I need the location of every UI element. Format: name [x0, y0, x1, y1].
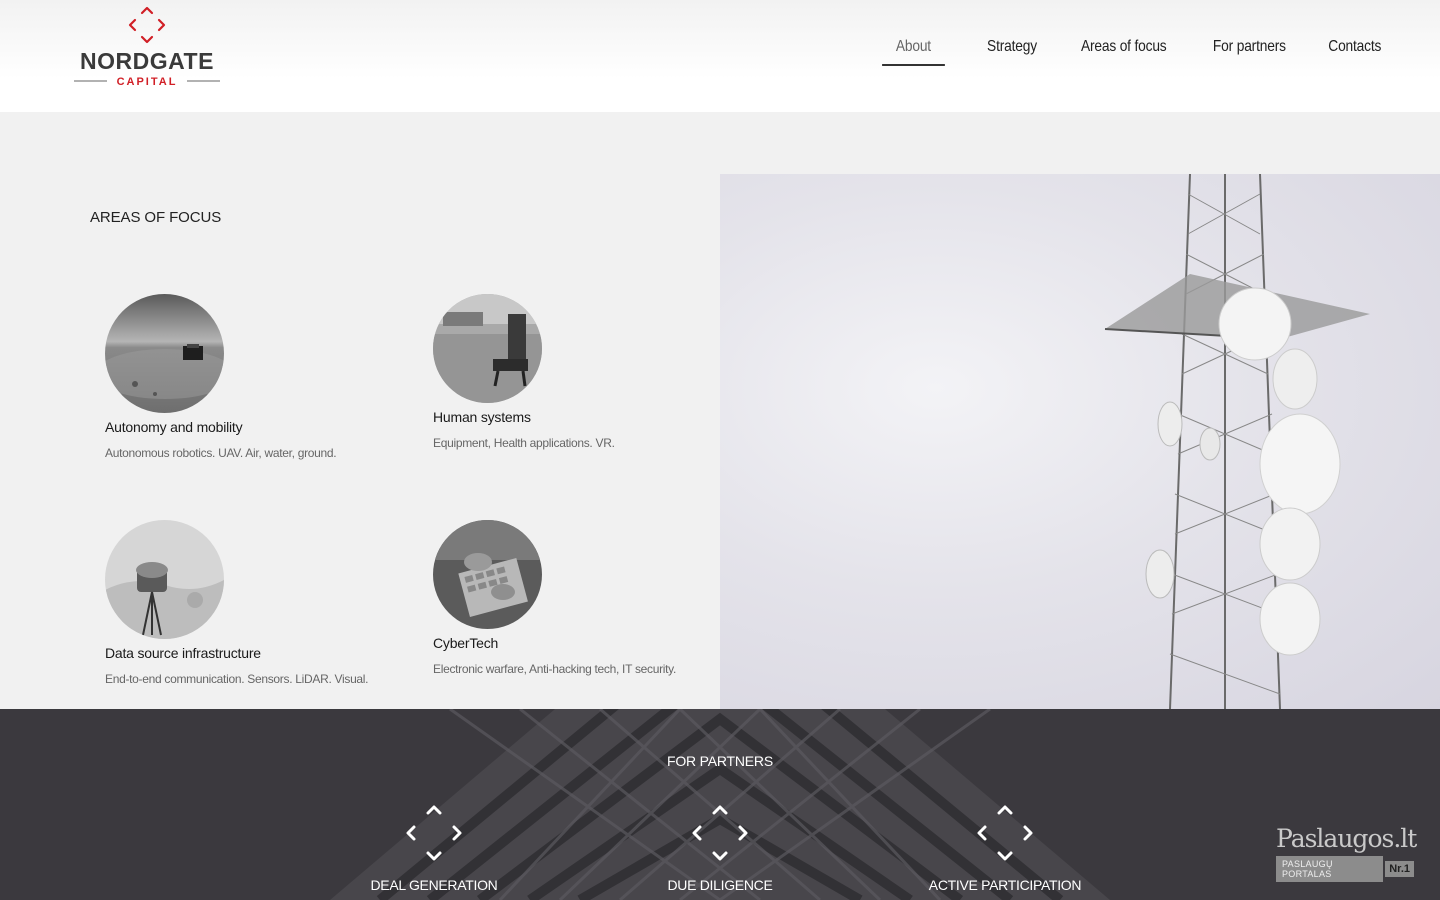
area-item-human-systems[interactable]: Human systems Equipment, Health applicat…	[433, 294, 615, 450]
autonomy-image	[105, 294, 224, 413]
nav-for-partners[interactable]: For partners	[1213, 34, 1286, 64]
nav-strategy[interactable]: Strategy	[987, 34, 1037, 64]
partner-item-active-participation[interactable]: ACTIVE PARTICIPATION	[895, 805, 1115, 893]
cybertech-image	[433, 520, 542, 629]
area-item-data-source[interactable]: Data source infrastructure End-to-end co…	[105, 520, 369, 686]
areas-of-focus-section: AREAS OF FOCUS Autonomy and mobility Aut…	[0, 112, 720, 709]
partner-label: DUE DILIGENCE	[667, 877, 773, 893]
logo-wordmark: NORDGATE	[80, 48, 214, 74]
paslaugos-badge[interactable]: Paslaugos.lt PASLAUGŲ PORTALAS Nr.1	[1276, 824, 1417, 882]
partners-title: FOR PARTNERS	[667, 753, 773, 769]
area-title: Autonomy and mobility	[105, 419, 243, 435]
site-header: NORDGATE CAPITAL About Strategy Areas of…	[0, 0, 1440, 112]
area-title: CyberTech	[433, 635, 499, 651]
area-description: Electronic warfare, Anti-hacking tech, I…	[433, 662, 677, 676]
badge-name: Paslaugos.lt	[1276, 824, 1417, 853]
section-title: AREAS OF FOCUS	[90, 209, 222, 226]
area-description: Equipment, Health applications. VR.	[433, 436, 615, 450]
nav-contacts[interactable]: Contacts	[1329, 34, 1382, 64]
area-title: Human systems	[433, 409, 531, 425]
badge-rank: Nr.1	[1385, 861, 1414, 877]
for-partners-section: FOR PARTNERS DEAL GENERATION DUE DILIGEN…	[0, 709, 1440, 900]
partner-label: ACTIVE PARTICIPATION	[928, 877, 1082, 893]
badge-tagline: PASLAUGŲ PORTALAS	[1276, 856, 1384, 882]
area-item-autonomy[interactable]: Autonomy and mobility Autonomous robotic…	[105, 294, 337, 460]
area-description: Autonomous robotics. UAV. Air, water, gr…	[105, 446, 337, 460]
diamond-arrows-icon	[975, 805, 1035, 865]
telecom-tower-image	[720, 174, 1440, 709]
partner-label: DEAL GENERATION	[370, 877, 498, 893]
area-title: Data source infrastructure	[105, 645, 261, 661]
nav-about[interactable]: About	[882, 34, 946, 66]
data-source-image	[105, 520, 224, 639]
nordgate-logo[interactable]: NORDGATE CAPITAL	[72, 6, 222, 90]
area-description: End-to-end communication. Sensors. LiDAR…	[105, 672, 369, 686]
partner-item-due-diligence[interactable]: DUE DILIGENCE	[610, 805, 830, 893]
main-nav: About Strategy Areas of focus For partne…	[877, 34, 1386, 66]
human-systems-image	[433, 294, 542, 403]
logo-subtitle: CAPITAL	[117, 76, 178, 88]
area-item-cybertech[interactable]: CyberTech Electronic warfare, Anti-hacki…	[433, 520, 676, 676]
diamond-arrows-icon	[404, 805, 464, 865]
nav-areas-of-focus[interactable]: Areas of focus	[1081, 34, 1167, 64]
diamond-arrows-icon	[690, 805, 750, 865]
partner-item-deal-generation[interactable]: DEAL GENERATION	[324, 805, 544, 893]
